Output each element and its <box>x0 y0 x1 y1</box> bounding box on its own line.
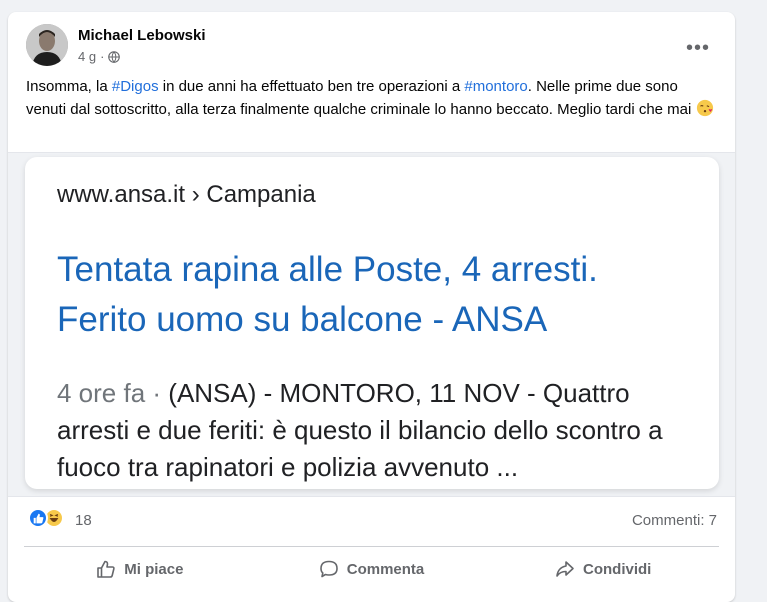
comment-label: Commenta <box>346 560 425 578</box>
author-name[interactable]: Michael Lebowski <box>78 27 206 44</box>
snippet-url: www.ansa.it › Campania <box>57 181 316 208</box>
divider <box>24 546 719 547</box>
comment-icon <box>319 560 338 578</box>
post-text-part: Insomma, la <box>26 78 112 95</box>
post-card: Michael Lebowski 4 g · ••• Insomma, la #… <box>8 12 735 602</box>
snippet-title-line2: Ferito uomo su balcone - ANSA <box>57 300 548 339</box>
post-stats: 18 Commenti: 7 <box>8 505 735 537</box>
kissing-heart-emoji-icon <box>696 99 713 117</box>
reaction-count[interactable]: 18 <box>75 512 92 529</box>
more-options-icon[interactable]: ••• <box>680 30 716 66</box>
post-meta: 4 g · <box>78 49 121 64</box>
reactions[interactable] <box>28 508 64 528</box>
post-text: Insomma, la #Digos in due anni ha effett… <box>26 75 716 121</box>
avatar-photo <box>26 24 68 66</box>
snippet-time: 4 ore fa · <box>57 378 169 408</box>
avatar[interactable] <box>26 24 68 66</box>
comment-button[interactable]: Commenta <box>256 549 488 589</box>
search-result-snippet: www.ansa.it › Campania Tentata rapina al… <box>25 157 719 489</box>
thumbs-up-icon <box>97 560 115 578</box>
like-icon <box>28 508 48 528</box>
snippet-title-line1: Tentata rapina alle Poste, 4 arresti. <box>57 250 598 289</box>
like-button[interactable]: Mi piace <box>24 549 256 589</box>
post-time[interactable]: 4 g <box>78 49 96 64</box>
share-icon <box>556 561 574 577</box>
shared-screenshot[interactable]: www.ansa.it › Campania Tentata rapina al… <box>8 152 735 497</box>
post-header: Michael Lebowski 4 g · ••• <box>26 24 716 68</box>
post-text-part: in due anni ha effettuato ben tre operaz… <box>158 78 465 95</box>
snippet-title: Tentata rapina alle Poste, 4 arresti. Fe… <box>57 245 719 345</box>
share-button[interactable]: Condividi <box>487 549 719 589</box>
share-label: Condividi <box>583 560 652 578</box>
comments-count[interactable]: Commenti: 7 <box>632 512 717 529</box>
globe-icon <box>108 50 121 63</box>
hashtag-digos[interactable]: #Digos <box>112 78 159 95</box>
action-bar: Mi piace Commenta Condividi <box>24 549 719 589</box>
like-label: Mi piace <box>124 560 184 578</box>
snippet-body: 4 ore fa · (ANSA) - MONTORO, 11 NOV - Qu… <box>57 375 697 486</box>
hashtag-montoro[interactable]: #montoro <box>464 78 527 95</box>
